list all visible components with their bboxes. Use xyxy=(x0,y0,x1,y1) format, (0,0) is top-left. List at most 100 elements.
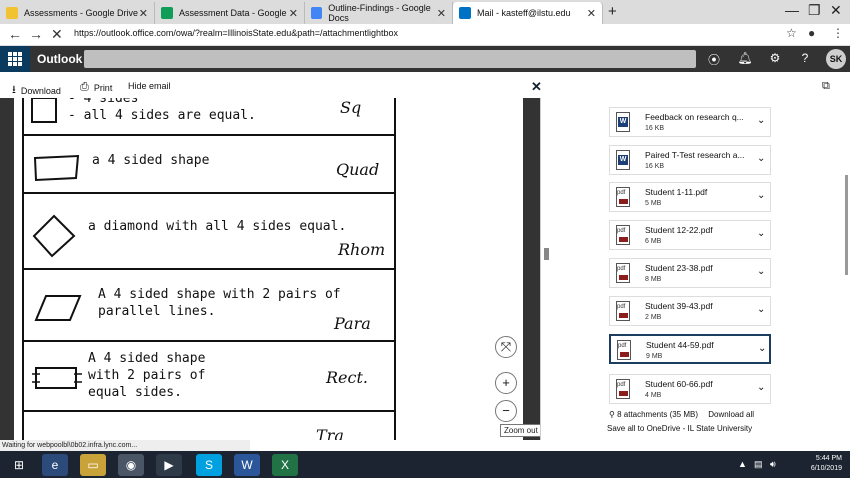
shape-description: a 4 sided shape xyxy=(92,153,210,168)
attachment-size: 16 KB xyxy=(645,125,665,132)
help-icon[interactable]: ? xyxy=(797,51,813,67)
tab-outline-findings-docs[interactable]: Outline-Findings - Google Docs ✕ xyxy=(305,2,453,24)
new-tab-button[interactable]: + xyxy=(608,3,617,20)
stop-loading-icon[interactable]: ✕ xyxy=(51,26,63,43)
close-window-button[interactable]: ✕ xyxy=(830,2,842,19)
hide-email-button[interactable]: Hide email xyxy=(128,81,171,91)
pdf-file-icon xyxy=(616,187,630,207)
shape-description: A 4 sided shape with 2 pairs of parallel… xyxy=(98,287,341,319)
shape-abbreviation: Rhom xyxy=(338,240,386,259)
browser-tab-strip: Assessments - Google Drive ✕ Assessment … xyxy=(0,0,850,24)
attachment-card[interactable]: Feedback on research q... 16 KB ⌄ xyxy=(609,107,771,137)
chevron-down-icon[interactable]: ⌄ xyxy=(758,343,766,354)
attachments-scrollbar[interactable] xyxy=(845,175,848,275)
attachment-name: Student 23-38.pdf xyxy=(645,263,713,273)
zoom-out-button[interactable]: − xyxy=(495,400,517,422)
tray-arrow-icon[interactable]: ▲ xyxy=(738,459,747,469)
chevron-down-icon[interactable]: ⌄ xyxy=(757,153,765,164)
tab-label: Assessments - Google Drive xyxy=(24,8,139,18)
browser-menu-icon[interactable]: ⋮ xyxy=(832,26,844,40)
close-tab-icon[interactable]: ✕ xyxy=(289,7,298,20)
chevron-down-icon[interactable]: ⌄ xyxy=(757,228,765,239)
tab-label: Outline-Findings - Google Docs xyxy=(328,3,431,23)
attachment-card[interactable]: Student 44-59.pdf 9 MB ⌄ xyxy=(609,334,771,364)
word-taskbar-icon[interactable]: W xyxy=(234,454,260,476)
popout-icon[interactable]: ⧉ xyxy=(822,80,830,93)
shape-abbreviation: Quad xyxy=(336,160,380,179)
tab-assessments-drive[interactable]: Assessments - Google Drive ✕ xyxy=(0,2,155,24)
bookmark-star-icon[interactable]: ☆ xyxy=(786,26,797,40)
maximize-button[interactable]: ❐ xyxy=(808,2,821,19)
minimize-button[interactable]: — xyxy=(785,2,799,18)
google-sheets-icon xyxy=(161,7,173,19)
avatar[interactable]: SK xyxy=(826,49,846,69)
attachment-size: 4 MB xyxy=(645,392,662,399)
attachment-action-bar: ⭳ Download ⎙ Print Hide email ✕ ⧉ xyxy=(0,76,850,98)
chevron-down-icon[interactable]: ⌄ xyxy=(757,190,765,201)
shape-abbreviation: Sq xyxy=(340,98,362,117)
url-field[interactable]: https://outlook.office.com/owa/?realm=Il… xyxy=(74,28,398,38)
file-explorer-icon[interactable]: ▭ xyxy=(80,454,106,476)
rectangle-sketch xyxy=(32,367,82,389)
attachment-name: Student 39-43.pdf xyxy=(645,301,713,311)
chevron-down-icon[interactable]: ⌄ xyxy=(757,382,765,393)
splitter-grip[interactable] xyxy=(544,248,549,260)
viewer-scrollbar[interactable] xyxy=(523,98,540,440)
skype-taskbar-icon[interactable]: S xyxy=(196,454,222,476)
shape-row-parallelogram: A 4 sided shape with 2 pairs of parallel… xyxy=(24,270,394,342)
chevron-down-icon[interactable]: ⌄ xyxy=(757,266,765,277)
network-icon[interactable]: ▤ xyxy=(754,459,763,470)
media-player-icon[interactable]: ▶ xyxy=(156,454,182,476)
skype-icon[interactable]: ⦿ xyxy=(706,51,722,67)
tab-assessment-data-sheets[interactable]: Assessment Data - Google Sheets ✕ xyxy=(155,2,305,24)
document-viewer[interactable]: - 4 sides - all 4 sides are equal. Sq a … xyxy=(0,98,540,440)
zoom-in-button[interactable]: + xyxy=(495,372,517,394)
close-preview-icon[interactable]: ✕ xyxy=(531,79,542,95)
settings-gear-icon[interactable]: ⚙ xyxy=(767,51,783,67)
volume-icon[interactable]: 🔊︎ xyxy=(770,459,776,470)
tab-mail-outlook[interactable]: Mail - kasteff@ilstu.edu ✕ xyxy=(453,2,603,24)
pdf-file-icon xyxy=(616,225,630,245)
chevron-down-icon[interactable]: ⌄ xyxy=(757,115,765,126)
tab-label: Mail - kasteff@ilstu.edu xyxy=(477,8,571,18)
internet-explorer-icon[interactable]: e xyxy=(42,454,68,476)
shape-abbreviation: Rect. xyxy=(326,368,368,387)
shape-row-rhombus: a diamond with all 4 sides equal. Rhom xyxy=(24,194,394,270)
attachment-card[interactable]: Student 39-43.pdf 2 MB ⌄ xyxy=(609,296,771,326)
close-tab-icon[interactable]: ✕ xyxy=(437,7,446,20)
notifications-bell-icon[interactable]: 🔔︎ xyxy=(737,51,753,67)
outlook-brand[interactable]: Outlook xyxy=(37,52,82,66)
attachment-card[interactable]: Paired T-Test research a... 16 KB ⌄ xyxy=(609,145,771,175)
excel-taskbar-icon[interactable]: X xyxy=(272,454,298,476)
outlook-icon xyxy=(459,7,471,19)
print-button[interactable]: ⎙ Print xyxy=(80,81,112,94)
fit-page-button[interactable]: ⤧ xyxy=(495,336,517,358)
forward-arrow-icon[interactable]: → xyxy=(29,26,43,42)
attachments-summary: ⚲ 8 attachments (35 MB) Download all xyxy=(609,410,754,419)
back-arrow-icon[interactable]: ← xyxy=(8,26,22,42)
taskbar-clock[interactable]: 5:44 PM 6/10/2019 xyxy=(802,454,842,474)
attachment-name: Student 60-66.pdf xyxy=(645,379,713,389)
windows-taskbar: ⊞ e ▭ ◉ ▶ S W X ▲ ▤ 🔊︎ 5:44 PM 6/10/2019 xyxy=(0,451,850,478)
paperclip-icon: ⚲ xyxy=(609,410,615,419)
attachment-card[interactable]: Student 23-38.pdf 8 MB ⌄ xyxy=(609,258,771,288)
attachment-card[interactable]: Student 1-11.pdf 5 MB ⌄ xyxy=(609,182,771,212)
attachment-card[interactable]: Student 12-22.pdf 6 MB ⌄ xyxy=(609,220,771,250)
close-tab-icon[interactable]: ✕ xyxy=(587,7,596,20)
save-all-onedrive-link[interactable]: Save all to OneDrive - IL State Universi… xyxy=(607,424,752,433)
parallelogram-sketch xyxy=(34,295,82,321)
attachment-size: 9 MB xyxy=(646,353,663,360)
print-label: Print xyxy=(93,82,113,93)
attachment-card[interactable]: Student 60-66.pdf 4 MB ⌄ xyxy=(609,374,771,404)
shape-row-square: - 4 sides - all 4 sides are equal. Sq xyxy=(24,98,394,136)
download-all-link[interactable]: Download all xyxy=(708,410,754,419)
panel-splitter[interactable] xyxy=(540,98,553,440)
start-button-icon[interactable]: ⊞ xyxy=(6,454,32,476)
chevron-down-icon[interactable]: ⌄ xyxy=(757,304,765,315)
close-tab-icon[interactable]: ✕ xyxy=(139,7,148,20)
shape-abbreviation: Para xyxy=(334,314,371,333)
extension-icon[interactable]: ● xyxy=(808,26,815,40)
chrome-icon[interactable]: ◉ xyxy=(118,454,144,476)
app-launcher-icon[interactable] xyxy=(0,46,30,72)
attachment-size: 8 MB xyxy=(645,276,662,283)
